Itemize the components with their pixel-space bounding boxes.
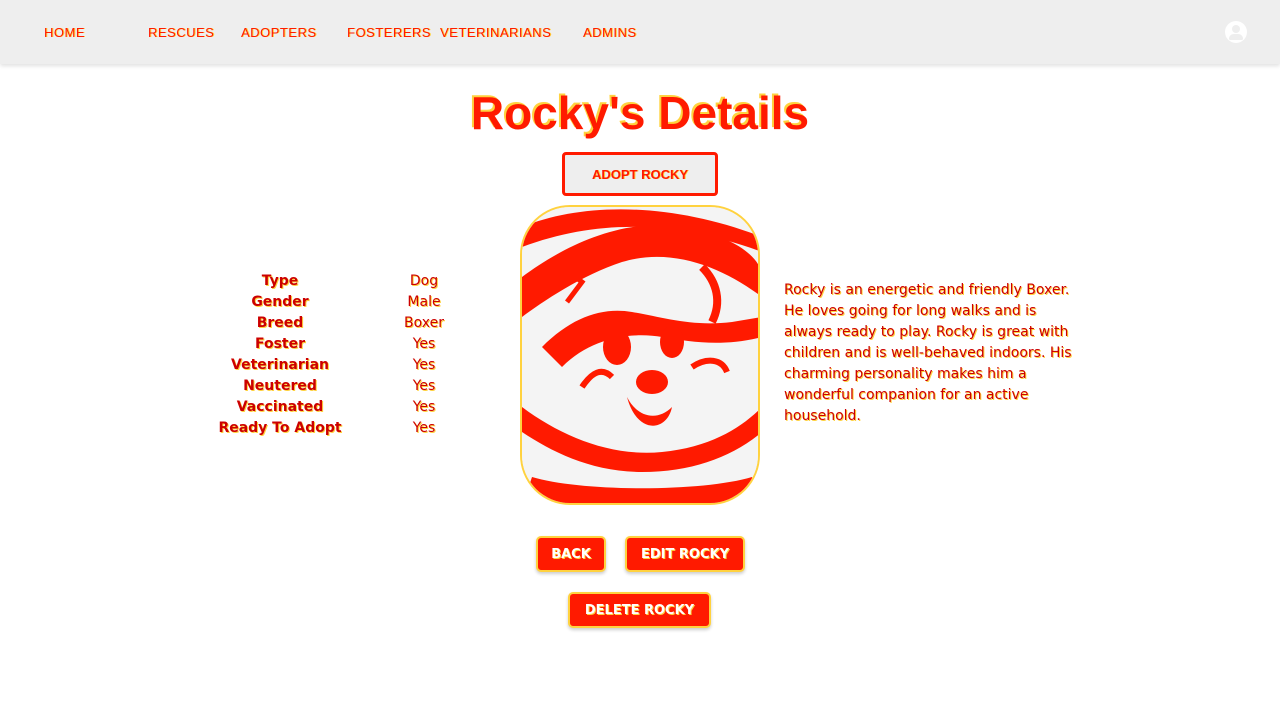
page-title: Rocky's Details: [470, 87, 810, 139]
back-button[interactable]: BACK: [536, 536, 606, 572]
edit-button[interactable]: EDIT ROCKY: [625, 536, 745, 572]
detail-value: Yes: [412, 377, 436, 394]
detail-row: Vaccinated Yes: [200, 396, 500, 417]
nav-adopters-link[interactable]: ADOPTERS: [241, 24, 317, 42]
nav-fosterers-link[interactable]: FOSTERERS: [347, 24, 431, 42]
detail-label: Ready To Adopt: [218, 419, 342, 436]
detail-value: Yes: [412, 398, 436, 415]
account-head-shape: [1232, 25, 1240, 33]
account-circle-icon[interactable]: [1225, 21, 1247, 43]
dog-photo-image: [522, 207, 758, 503]
nav-admins-link[interactable]: ADMINS: [583, 24, 637, 42]
adopt-button[interactable]: ADOPT ROCKY: [562, 152, 718, 196]
detail-value: Dog: [409, 272, 439, 289]
detail-label: Foster: [254, 335, 306, 352]
delete-button[interactable]: DELETE ROCKY: [568, 592, 711, 628]
detail-label: Veterinarian: [231, 356, 329, 373]
detail-row: Gender Male: [200, 291, 500, 312]
detail-label: Breed: [256, 314, 304, 331]
nav-home-link[interactable]: HOME: [44, 24, 85, 42]
pet-description: Rocky is an energetic and friendly Boxer…: [784, 282, 1072, 424]
detail-row: Foster Yes: [200, 333, 500, 354]
detail-label: Type: [261, 272, 299, 289]
detail-label: Vaccinated: [236, 398, 324, 415]
detail-value: Yes: [412, 356, 436, 373]
pet-photo: [520, 205, 760, 505]
detail-row: Breed Boxer: [200, 312, 500, 333]
nav-veterinarians-link[interactable]: VETERINARIANS: [440, 24, 551, 42]
detail-row: Neutered Yes: [200, 375, 500, 396]
detail-value: Male: [407, 293, 441, 310]
detail-value: Boxer: [404, 314, 444, 331]
top-navbar: HOME RESCUES ADOPTERS FOSTERERS VETERINA…: [0, 0, 1280, 64]
detail-row: Ready To Adopt Yes: [200, 417, 500, 438]
detail-value: Yes: [412, 419, 436, 436]
detail-label: Gender: [251, 293, 309, 310]
detail-row: Veterinarian Yes: [200, 354, 500, 375]
detail-value: Yes: [412, 335, 436, 352]
nav-rescues-link[interactable]: RESCUES: [148, 24, 214, 42]
detail-label: Neutered: [243, 377, 317, 394]
detail-row: Type Dog: [200, 270, 500, 291]
account-body-shape: [1229, 34, 1243, 40]
details-list: Type Dog Gender Male Breed Boxer Foster Yes Vete…: [200, 270, 500, 438]
